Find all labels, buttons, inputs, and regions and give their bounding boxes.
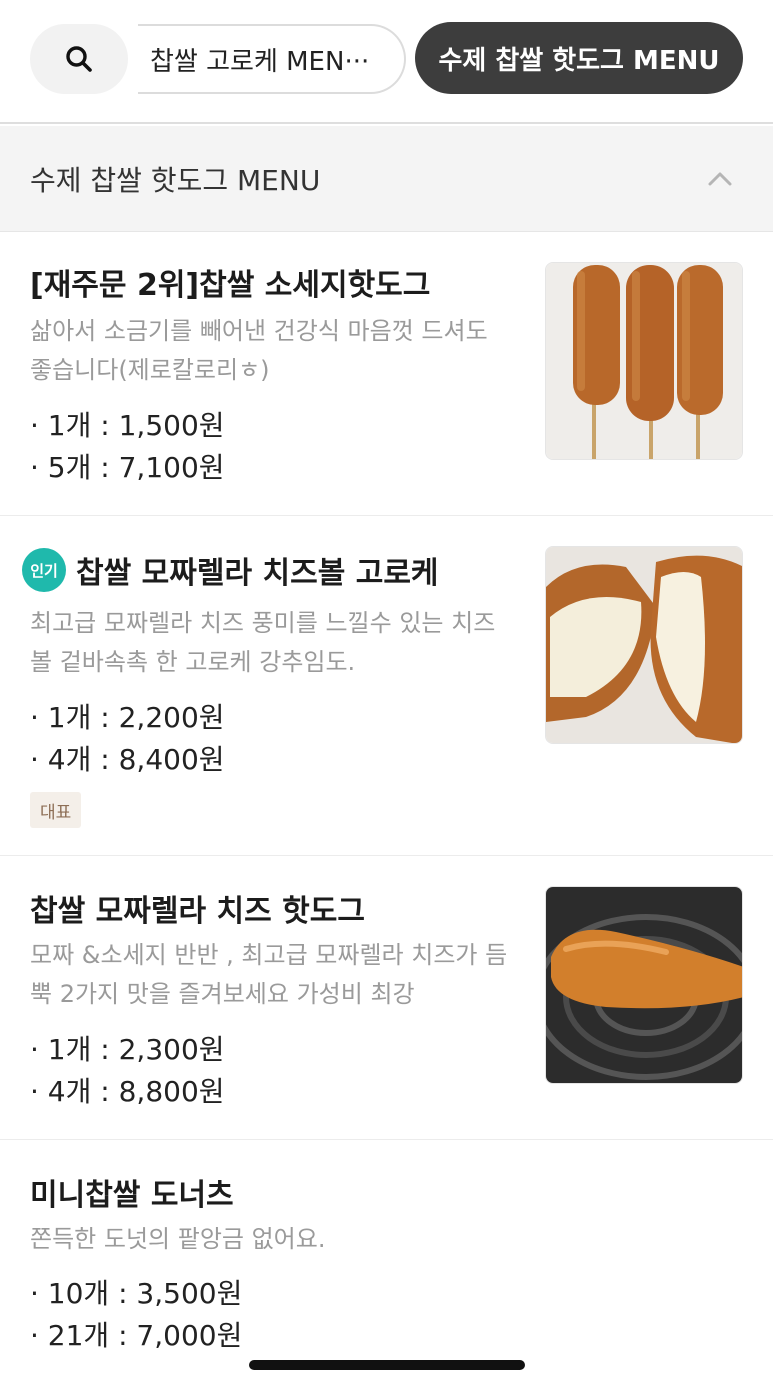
tab-croquette-menu-label: 찹쌀 고로케 MEN··· bbox=[150, 46, 370, 77]
home-indicator[interactable] bbox=[249, 1360, 525, 1370]
menu-item-description: 모짜 &소세지 반반 , 최고급 모짜렐라 치즈가 듬 뿍 2가지 맛을 즐겨보… bbox=[30, 936, 520, 1014]
signature-tag: 대표 bbox=[30, 792, 82, 828]
menu-item-photo[interactable] bbox=[545, 546, 743, 744]
cheese-hotdog-photo-image bbox=[546, 887, 742, 1083]
croquette-photo-image bbox=[546, 547, 742, 743]
menu-item-description-line: 좋습니다(제로칼로리ㅎ) bbox=[30, 356, 270, 384]
menu-item-price: · 1개 : 2,200원 bbox=[30, 701, 225, 734]
menu-item-description-line: 쫀득한 도넛의 팥앙금 없어요. bbox=[30, 1225, 326, 1253]
menu-item-price: · 1개 : 1,500원 bbox=[30, 409, 225, 442]
menu-item-name: 찹쌀 모짜렐라 치즈볼 고로케 bbox=[76, 556, 439, 591]
popular-badge: 인기 bbox=[22, 548, 66, 592]
menu-item-price: · 1개 : 2,300원 bbox=[30, 1033, 225, 1066]
menu-item-price: · 4개 : 8,800원 bbox=[30, 1075, 225, 1108]
menu-item-photo[interactable] bbox=[545, 886, 743, 1084]
category-tab-bar: 찹쌀 고로케 MEN··· 수제 찹쌀 핫도그 MENU bbox=[0, 0, 773, 124]
search-button[interactable] bbox=[30, 24, 128, 94]
menu-item-description-line: 삶아서 소금기를 빼어낸 건강식 마음껏 드셔도 bbox=[30, 317, 488, 345]
section-header[interactable]: 수제 찹쌀 핫도그 MENU bbox=[0, 126, 773, 232]
section-title: 수제 찹쌀 핫도그 MENU bbox=[30, 163, 321, 197]
menu-item-price: · 21개 : 7,000원 bbox=[30, 1319, 243, 1352]
menu-item-description-line: 뿍 2가지 맛을 즐겨보세요 가성비 최강 bbox=[30, 980, 415, 1008]
menu-item-description: 최고급 모짜렐라 치즈 풍미를 느낄수 있는 치즈 볼 겉바속촉 한 고로케 강… bbox=[30, 604, 520, 682]
menu-item[interactable]: 찹쌀 모짜렐라 치즈 핫도그 모짜 &소세지 반반 , 최고급 모짜렐라 치즈가… bbox=[0, 856, 773, 1140]
hotdog-photo-image bbox=[546, 263, 742, 459]
menu-item[interactable]: 인기 찹쌀 모짜렐라 치즈볼 고로케 최고급 모짜렐라 치즈 풍미를 느낄수 있는… bbox=[0, 516, 773, 856]
menu-item-price: · 5개 : 7,100원 bbox=[30, 451, 225, 484]
chevron-up-icon[interactable] bbox=[707, 166, 733, 192]
menu-item-price: · 10개 : 3,500원 bbox=[30, 1277, 243, 1310]
search-icon bbox=[66, 46, 92, 72]
menu-item[interactable]: [재주문 2위]찹쌀 소세지핫도그 삶아서 소금기를 빼어낸 건강식 마음껏 드… bbox=[0, 232, 773, 516]
tab-hotdog-menu[interactable]: 수제 찹쌀 핫도그 MENU bbox=[415, 22, 743, 94]
menu-item-description: 삶아서 소금기를 빼어낸 건강식 마음껏 드셔도 좋습니다(제로칼로리ㅎ) bbox=[30, 312, 520, 390]
menu-item-description-line: 볼 겉바속촉 한 고로케 강추임도. bbox=[30, 648, 356, 676]
menu-item[interactable]: 미니찹쌀 도너츠 쫀득한 도넛의 팥앙금 없어요. · 10개 : 3,500원… bbox=[0, 1140, 773, 1386]
menu-item-name: [재주문 2위]찹쌀 소세지핫도그 bbox=[30, 268, 431, 303]
menu-item-photo[interactable] bbox=[545, 262, 743, 460]
menu-item-name: 미니찹쌀 도너츠 bbox=[30, 1178, 234, 1213]
menu-item-description-line: 최고급 모짜렐라 치즈 풍미를 느낄수 있는 치즈 bbox=[30, 609, 496, 637]
tab-hotdog-menu-label: 수제 찹쌀 핫도그 MENU bbox=[438, 45, 720, 76]
menu-item-description: 쫀득한 도넛의 팥앙금 없어요. bbox=[30, 1220, 520, 1259]
menu-item-name-row: 인기 찹쌀 모짜렐라 치즈볼 고로케 bbox=[22, 548, 439, 592]
menu-item-price: · 4개 : 8,400원 bbox=[30, 743, 225, 776]
tab-croquette-menu[interactable]: 찹쌀 고로케 MEN··· bbox=[138, 24, 406, 94]
menu-item-name: 찹쌀 모짜렐라 치즈 핫도그 bbox=[30, 894, 365, 929]
menu-item-description-line: 모짜 &소세지 반반 , 최고급 모짜렐라 치즈가 듬 bbox=[30, 941, 508, 969]
